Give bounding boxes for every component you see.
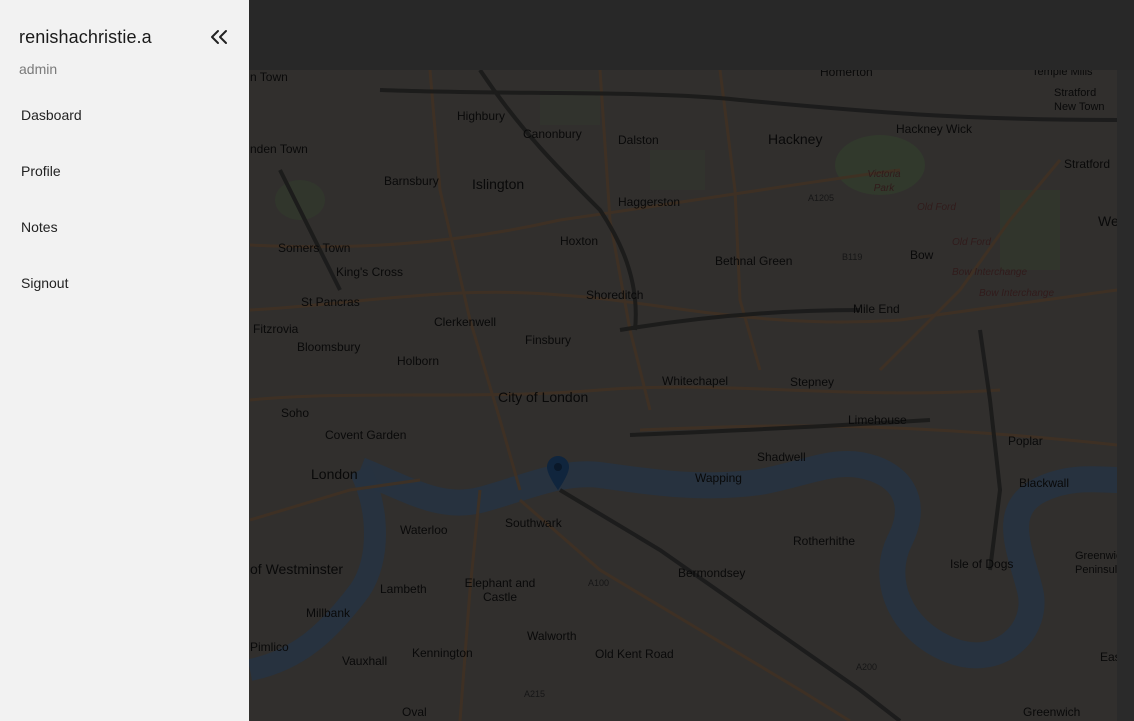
map-label: Millbank: [306, 606, 351, 620]
nav-item-dashboard[interactable]: Dasboard: [0, 96, 249, 152]
map-label: Southwark: [505, 516, 562, 530]
map-label: Isle of Dogs: [950, 557, 1014, 571]
map-label: Barnsbury: [384, 174, 439, 188]
map-label: Walworth: [527, 629, 577, 643]
map-label: Islington: [472, 176, 525, 192]
map-label: of Westminster: [250, 561, 344, 577]
map-label: Blackwall: [1019, 476, 1070, 490]
map-label: London: [311, 466, 358, 482]
map-label: Bloomsbury: [297, 340, 361, 354]
map-label: Lambeth: [380, 582, 427, 596]
road-label: A1205: [808, 193, 835, 203]
map-label: Holborn: [397, 354, 440, 368]
map-pin-icon[interactable]: [547, 456, 569, 490]
map-label: Poplar: [1008, 434, 1043, 448]
map-label: n Town: [250, 70, 288, 84]
map-label: Kennington: [412, 646, 473, 660]
map-label: Old Ford: [952, 237, 991, 248]
map-label: Vauxhall: [342, 654, 388, 668]
map-label: Bow: [910, 248, 934, 262]
map-label: Whitechapel: [662, 374, 729, 388]
nav-item-label: Notes: [21, 219, 58, 235]
map-label: Bethnal Green: [715, 254, 793, 268]
collapse-drawer-button[interactable]: [206, 25, 232, 49]
map-label: Old Ford: [917, 202, 956, 213]
double-chevron-left-icon: [211, 30, 227, 44]
map-label: Soho: [281, 406, 310, 420]
map-label: Canonbury: [523, 127, 582, 141]
map-label: Elephant and Castle: [464, 576, 536, 604]
page-scrollbar[interactable]: [1117, 70, 1134, 721]
map-label: Greenwich: [1023, 705, 1081, 719]
map-label: Greenwich Peninsula: [1075, 550, 1117, 576]
map-label: Homerton: [820, 70, 873, 79]
map-label: Eas: [1100, 650, 1117, 664]
nav-item-label: Dasboard: [21, 107, 82, 123]
map-label: Somers Town: [278, 241, 351, 255]
nav-item-label: Signout: [21, 275, 69, 291]
map-label: Finsbury: [525, 333, 572, 347]
map-label: Stepney: [790, 375, 835, 389]
map-label: Fitzrovia: [253, 322, 299, 336]
map-label: nden Town: [250, 142, 308, 156]
road-label: A200: [856, 662, 878, 672]
map-label: Bermondsey: [678, 566, 746, 580]
map-label: Temple Mills: [1032, 70, 1093, 78]
side-drawer: renishachristie.a admin Dasboard Profile…: [0, 0, 249, 721]
map-label: Clerkenwell: [434, 315, 497, 329]
map-label: Bow Interchange: [952, 267, 1028, 278]
map-label: Wapping: [695, 471, 742, 485]
nav-item-notes[interactable]: Notes: [0, 208, 249, 264]
map-label: Old Kent Road: [595, 647, 674, 661]
map-label: Covent Garden: [325, 428, 407, 442]
map-label: Hoxton: [560, 234, 599, 248]
map-label: Hackney Wick: [896, 122, 973, 136]
nav-item-profile[interactable]: Profile: [0, 152, 249, 208]
map-label: Mile End: [853, 302, 900, 316]
map-label: Shoreditch: [586, 288, 644, 302]
drawer-username: renishachristie.a: [19, 27, 152, 47]
map-label: Rotherhithe: [793, 534, 856, 548]
map-label: King's Cross: [336, 265, 403, 279]
nav-item-label: Profile: [21, 163, 61, 179]
map-label: Shadwell: [757, 450, 806, 464]
road-label: A215: [524, 689, 546, 699]
map-label: Waterloo: [400, 523, 448, 537]
map-label: Hackney: [768, 131, 823, 147]
road-label: B119: [842, 252, 863, 262]
drawer-user-role: admin: [19, 61, 58, 77]
map-label: Oval: [402, 705, 427, 719]
map-label: Pimlico: [250, 640, 289, 654]
map-label: Victoria Park: [867, 169, 901, 194]
map-label: St Pancras: [301, 295, 360, 309]
map-label: Bow Interchange: [979, 288, 1055, 299]
map-label: Limehouse: [848, 413, 907, 427]
drawer-nav: Dasboard Profile Notes Signout: [0, 96, 249, 320]
map-label: Stratford: [1064, 157, 1111, 171]
road-label: A100: [588, 578, 610, 588]
map-label: Dalston: [618, 133, 659, 147]
map-label: Haggerston: [618, 195, 681, 209]
map-label: Stratford New Town: [1054, 87, 1105, 113]
map-label: Highbury: [457, 109, 506, 123]
nav-item-signout[interactable]: Signout: [0, 264, 249, 320]
map-label: We: [1098, 213, 1117, 229]
map-label: City of London: [498, 389, 589, 405]
